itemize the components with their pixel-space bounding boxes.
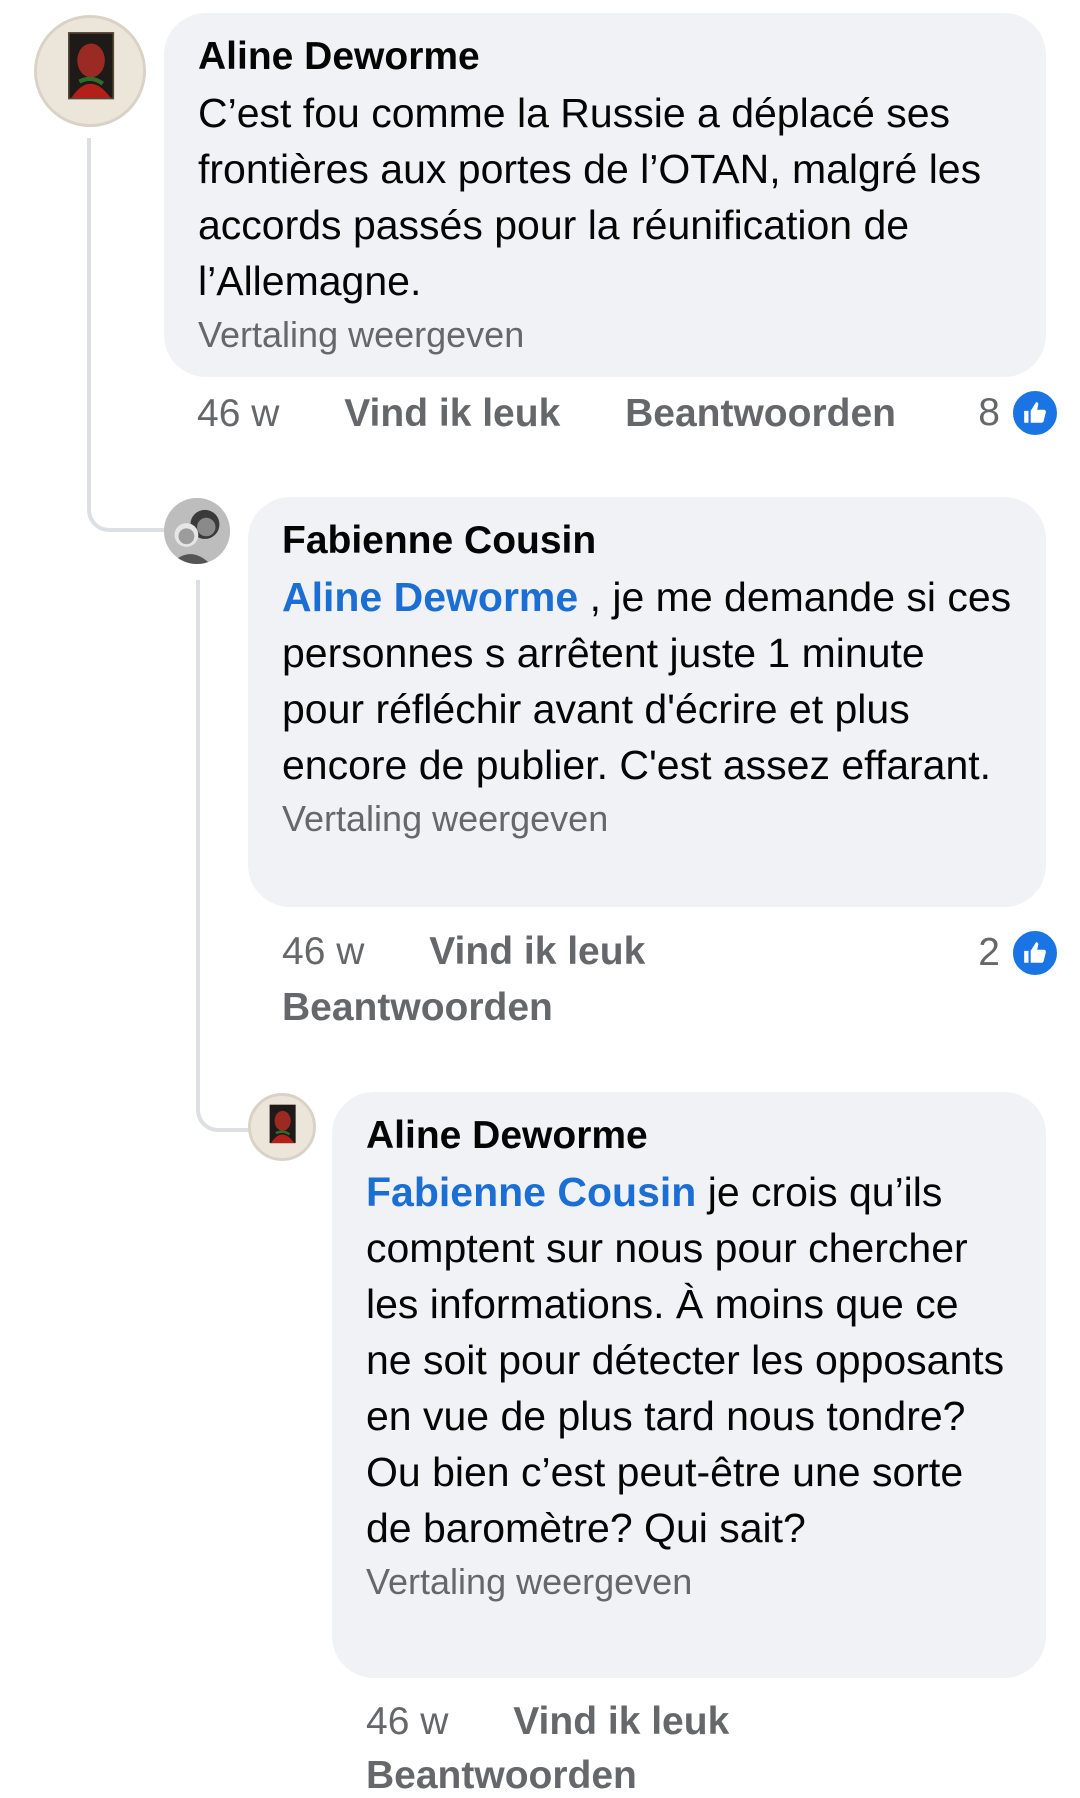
comment-actions: 46 w Vind ik leuk — [282, 930, 645, 974]
avatar[interactable] — [248, 1093, 316, 1161]
see-translation-link[interactable]: Vertaling weergeven — [282, 793, 1012, 845]
comment-actions-row2: Beantwoorden — [366, 1754, 637, 1798]
reaction-count[interactable]: 2 — [978, 928, 1060, 978]
comment-time[interactable]: 46 w — [282, 930, 364, 973]
comment-time[interactable]: 46 w — [366, 1700, 448, 1743]
avatar[interactable] — [164, 498, 230, 564]
see-translation-link[interactable]: Vertaling weergeven — [366, 1556, 1012, 1608]
comment-actions: 46 w Vind ik leuk — [366, 1700, 729, 1744]
thumbs-up-icon — [1010, 388, 1060, 438]
comment-bubble: Aline Deworme C’est fou comme la Russie … — [164, 13, 1046, 377]
reply-button[interactable]: Beantwoorden — [366, 1754, 637, 1797]
thumbs-up-icon — [1010, 928, 1060, 978]
comment-text: C’est fou comme la Russie a déplacé ses … — [198, 85, 1012, 309]
mention-link[interactable]: Fabienne Cousin — [366, 1169, 696, 1215]
see-translation-link[interactable]: Vertaling weergeven — [198, 309, 1012, 361]
avatar-painting-image — [37, 18, 143, 124]
comment-body: C’est fou comme la Russie a déplacé ses … — [198, 90, 982, 304]
thread-line — [87, 138, 91, 478]
comment-body: je crois qu’ils comptent sur nous pour c… — [366, 1169, 1005, 1551]
avatar-painting-image — [251, 1096, 313, 1158]
comment-author[interactable]: Aline Deworme — [198, 35, 1012, 79]
thread-connector — [87, 470, 167, 532]
reaction-count[interactable]: 8 — [978, 388, 1060, 438]
avatar-photo-image — [164, 498, 230, 564]
like-button[interactable]: Vind ik leuk — [513, 1700, 729, 1743]
reaction-count-number: 8 — [978, 391, 1000, 434]
comment-bubble: Fabienne Cousin Aline Deworme , je me de… — [248, 497, 1046, 907]
comment-author[interactable]: Aline Deworme — [366, 1114, 1012, 1158]
like-button[interactable]: Vind ik leuk — [429, 930, 645, 973]
comment-author[interactable]: Fabienne Cousin — [282, 519, 1012, 563]
comment-text: Fabienne Cousin je crois qu’ils comptent… — [366, 1164, 1012, 1556]
thread-line — [196, 580, 200, 1080]
comment-bubble: Aline Deworme Fabienne Cousin je crois q… — [332, 1092, 1046, 1678]
comment-actions-row2: Beantwoorden — [282, 986, 553, 1030]
comment-text: Aline Deworme , je me demande si ces per… — [282, 569, 1012, 793]
comment-time[interactable]: 46 w — [197, 392, 279, 435]
mention-link[interactable]: Aline Deworme — [282, 574, 578, 620]
like-button[interactable]: Vind ik leuk — [344, 392, 560, 435]
avatar[interactable] — [34, 15, 146, 127]
reply-button[interactable]: Beantwoorden — [282, 986, 553, 1029]
reply-button[interactable]: Beantwoorden — [625, 392, 896, 435]
reaction-count-number: 2 — [978, 931, 1000, 974]
thread-connector — [196, 1070, 256, 1132]
comment-actions: 46 w Vind ik leuk Beantwoorden — [197, 392, 896, 436]
